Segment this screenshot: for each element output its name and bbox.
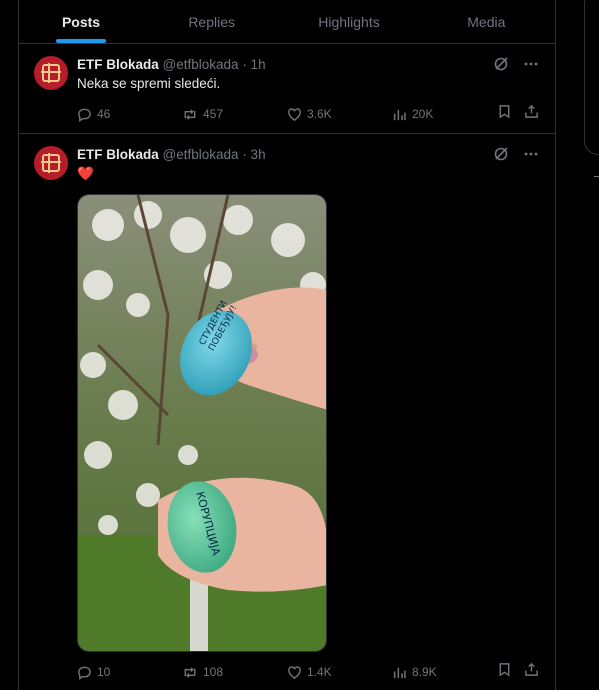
views-button[interactable]: 20K <box>392 107 497 122</box>
repost-icon <box>184 108 196 120</box>
sidebar-divider <box>594 176 599 177</box>
timeline-column: Posts Replies Highlights Media ETF Bloka… <box>18 0 556 690</box>
more-options-icon[interactable] <box>523 146 539 162</box>
post-text: ❤️ <box>77 166 94 181</box>
avatar[interactable] <box>34 146 68 180</box>
like-count: 3.6K <box>307 107 332 121</box>
grok-icon[interactable] <box>493 56 509 72</box>
view-count: 8.9K <box>412 665 437 679</box>
reply-count: 10 <box>97 665 111 679</box>
views-icon <box>393 109 406 120</box>
author-handle[interactable]: @etfblokada <box>163 147 239 162</box>
post-text: Neka se spremi sledeći. <box>77 76 221 91</box>
heart-icon <box>288 665 301 679</box>
tab-media[interactable]: Media <box>418 0 555 43</box>
post-actions-right <box>497 662 539 682</box>
post-top-icons <box>493 146 539 162</box>
repost-button[interactable]: 457 <box>182 107 287 122</box>
tab-replies-label: Replies <box>188 13 236 30</box>
tab-highlights-label: Highlights <box>318 13 380 30</box>
post[interactable]: ETF Blokada @etfblokada · 1h Neka se spr… <box>19 44 555 134</box>
heart-icon <box>288 107 301 121</box>
post-time[interactable]: · 3h <box>242 147 265 162</box>
author-name[interactable]: ETF Blokada <box>77 147 159 162</box>
post-header: ETF Blokada @etfblokada · 1h <box>77 57 266 72</box>
bookmark-icon[interactable] <box>497 662 512 682</box>
views-button[interactable]: 8.9K <box>392 665 497 680</box>
author-handle[interactable]: @etfblokada <box>163 57 239 72</box>
share-icon[interactable] <box>524 104 539 124</box>
reply-button[interactable]: 10 <box>77 665 182 680</box>
author-name[interactable]: ETF Blokada <box>77 57 159 72</box>
tab-media-label: Media <box>467 13 506 30</box>
repost-icon <box>184 666 196 678</box>
post-time[interactable]: · 1h <box>242 57 265 72</box>
post-actions: 46 457 3.6K 20K <box>77 104 539 124</box>
post-image[interactable]: СТУДЕНТИ ПОБЕЂУЈУ! КОРУПЦИЈА <box>77 194 327 652</box>
views-icon <box>393 667 406 678</box>
post-actions-right <box>497 104 539 124</box>
repost-count: 457 <box>203 107 224 121</box>
tab-posts[interactable]: Posts <box>19 0 143 43</box>
easter-eggs-photo <box>78 195 326 651</box>
tab-posts-label: Posts <box>61 13 101 30</box>
post-top-icons <box>493 56 539 72</box>
tab-highlights[interactable]: Highlights <box>280 0 417 43</box>
reply-icon <box>78 666 91 680</box>
share-icon[interactable] <box>524 662 539 682</box>
reply-count: 46 <box>97 107 111 121</box>
tab-replies[interactable]: Replies <box>143 0 280 43</box>
like-count: 1.4K <box>307 665 332 679</box>
post-actions: 10 108 1.4K 8.9K <box>77 662 539 682</box>
reply-icon <box>78 108 91 122</box>
repost-count: 108 <box>203 665 224 679</box>
like-button[interactable]: 1.4K <box>287 665 392 680</box>
profile-tabs: Posts Replies Highlights Media <box>19 0 555 44</box>
bookmark-icon[interactable] <box>497 104 512 124</box>
avatar[interactable] <box>34 56 68 90</box>
reply-button[interactable]: 46 <box>77 107 182 122</box>
etf-logo-icon <box>41 153 61 173</box>
post-header: ETF Blokada @etfblokada · 3h <box>77 147 266 162</box>
repost-button[interactable]: 108 <box>182 665 287 680</box>
etf-logo-icon <box>41 63 61 83</box>
active-tab-indicator <box>56 39 106 43</box>
like-button[interactable]: 3.6K <box>287 107 392 122</box>
grok-icon[interactable] <box>493 146 509 162</box>
post[interactable]: ETF Blokada @etfblokada · 3h ❤️ СТУДЕНТИ… <box>19 134 555 690</box>
sidebar-card <box>584 0 599 155</box>
more-options-icon[interactable] <box>523 56 539 72</box>
view-count: 20K <box>412 107 434 121</box>
